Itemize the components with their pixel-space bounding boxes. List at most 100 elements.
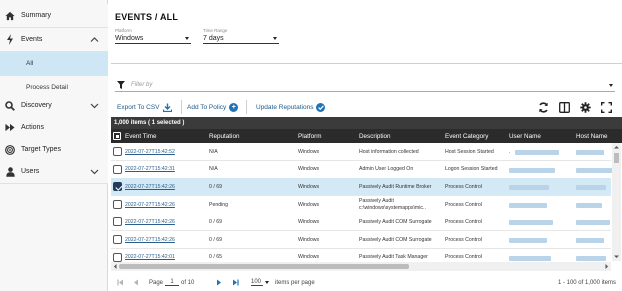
select-all-checkbox[interactable] xyxy=(113,132,121,140)
page-number-input[interactable]: 1 xyxy=(165,279,180,286)
per-page-select[interactable]: 100 xyxy=(251,277,270,288)
scroll-left-icon[interactable] xyxy=(112,262,118,271)
refresh-icon[interactable] xyxy=(537,101,549,113)
chevron-down-icon[interactable] xyxy=(90,168,99,175)
column-header-reputation[interactable]: Reputation xyxy=(209,129,239,143)
platform-value: Windows xyxy=(115,34,144,42)
sidebar-item-actions[interactable]: Actions xyxy=(0,116,108,140)
column-header-host-name[interactable]: Host Name xyxy=(576,129,608,143)
fullscreen-icon[interactable] xyxy=(600,101,612,113)
redacted-user-name xyxy=(509,202,547,208)
next-page-icon[interactable] xyxy=(216,277,222,288)
prev-page-icon[interactable] xyxy=(133,277,139,288)
chevron-up-icon[interactable] xyxy=(90,36,99,43)
update-reputations-button[interactable]: Update Reputations xyxy=(256,101,326,113)
page-label: Page xyxy=(149,279,164,286)
add-to-policy-button[interactable]: Add To Policy + xyxy=(187,101,239,113)
bolt-icon xyxy=(5,34,15,45)
scrollbar-thumb[interactable] xyxy=(119,264,409,269)
export-csv-button[interactable]: Export To CSV xyxy=(117,101,172,113)
redacted-host-name xyxy=(576,255,606,261)
event-time-link[interactable]: 2022-07-27T15:42:26 xyxy=(125,231,205,249)
row-checkbox[interactable] xyxy=(113,182,122,192)
divider xyxy=(111,63,622,64)
page-title: EVENTS / ALL xyxy=(115,12,179,22)
caret-down-icon[interactable] xyxy=(609,84,613,87)
event-time-link[interactable]: 2022-07-27T15:42:26 xyxy=(125,213,205,231)
chevron-down-icon[interactable] xyxy=(90,102,99,109)
row-checkbox[interactable] xyxy=(113,199,122,209)
sidebar-item-label: Actions xyxy=(21,124,44,131)
per-page-label: items per page xyxy=(275,279,315,286)
table-row[interactable]: 2022-07-27T15:42:26 0 / 69 Windows Passivel… xyxy=(111,231,611,249)
row-checkbox[interactable] xyxy=(113,147,122,156)
redacted-user-name xyxy=(509,185,549,191)
column-header-event-category[interactable]: Event Category xyxy=(445,129,488,143)
column-header-event-time[interactable]: Event Time xyxy=(125,129,157,143)
row-checkbox[interactable] xyxy=(113,252,122,262)
row-checkbox[interactable] xyxy=(113,164,122,174)
filter-placeholder: Filter by xyxy=(131,81,153,88)
first-page-icon[interactable] xyxy=(117,277,124,288)
export-csv-label: Export To CSV xyxy=(117,103,160,111)
toolbar-divider xyxy=(246,100,247,114)
sidebar-item-discovery[interactable]: Discovery xyxy=(0,94,108,118)
scroll-right-icon[interactable] xyxy=(604,262,610,271)
table-row[interactable]: 2022-07-27T15:42:26 0 / 69 Windows Passivel… xyxy=(111,178,611,197)
time-range-value: 7 days xyxy=(203,34,224,42)
columns-icon[interactable] xyxy=(558,101,570,113)
last-page-icon[interactable] xyxy=(232,277,239,288)
event-time-link[interactable]: 2022-07-27T15:42:52 xyxy=(125,143,205,161)
table-row[interactable]: 2022-07-27T15:42:26 Pending Windows Passive… xyxy=(111,195,611,214)
platform-cell: Windows xyxy=(298,166,320,173)
caret-down-icon xyxy=(185,36,189,40)
per-page-value: 100 xyxy=(251,279,264,286)
table-row[interactable]: 2022-07-27T15:42:26 0 / 69 Windows Passivel… xyxy=(111,213,611,232)
event-time-link[interactable]: 2022-07-27T15:42:26 xyxy=(125,196,205,214)
sidebar-item-events[interactable]: Events xyxy=(0,28,108,52)
event-time-link[interactable]: 2022-07-27T15:42:31 xyxy=(125,161,205,179)
column-header-user-name[interactable]: User Name xyxy=(509,129,541,143)
time-range-select[interactable]: Time Range 7 days xyxy=(203,28,279,44)
redacted-host-name xyxy=(576,220,610,226)
event-category-cell: Process Control xyxy=(445,219,482,226)
description-cell: Passively Audit COM Surrogate xyxy=(359,236,432,243)
vertical-scrollbar[interactable] xyxy=(612,143,621,261)
reputation-cell: 0 / 69 xyxy=(209,219,222,226)
page-indicator: Page 1 of 10 xyxy=(149,277,194,288)
column-header-description[interactable]: Description xyxy=(359,129,391,143)
reputation-cell: Pending xyxy=(209,201,229,208)
scrollbar-thumb[interactable] xyxy=(614,153,619,163)
sidebar-item-summary[interactable]: Summary xyxy=(0,4,108,28)
table-row[interactable]: 2022-07-27T15:42:31 N/A Windows Admin User … xyxy=(111,160,612,179)
sidebar-item-label: Summary xyxy=(21,12,51,19)
user-name-text: . xyxy=(509,148,511,155)
redacted-user-name xyxy=(509,238,547,243)
sidebar-item-users[interactable]: Users xyxy=(0,160,108,184)
sidebar-item-target-types[interactable]: Target Types xyxy=(0,138,108,162)
platform-cell: Windows xyxy=(298,183,320,190)
platform-select[interactable]: Platform Windows xyxy=(115,28,191,44)
reputation-cell: N/A xyxy=(209,148,218,155)
event-category-cell: Process Control xyxy=(445,201,482,208)
scroll-up-icon[interactable] xyxy=(612,144,621,150)
reputation-cell: N/A xyxy=(209,166,218,173)
column-header-platform[interactable]: Platform xyxy=(298,129,321,143)
row-checkbox[interactable] xyxy=(113,217,122,227)
grid-item-count: 1,000 items ( 1 selected ) xyxy=(111,117,622,129)
scroll-down-icon[interactable] xyxy=(612,254,621,260)
fast-forward-icon xyxy=(5,123,15,133)
plus-circle-icon: + xyxy=(229,102,239,112)
sidebar-subitem-all[interactable]: All xyxy=(0,52,108,76)
target-icon xyxy=(5,144,15,155)
redacted-user-name xyxy=(509,220,553,226)
gear-icon[interactable] xyxy=(579,101,591,113)
filter-input[interactable]: Filter by xyxy=(115,78,615,92)
platform-cell: Windows xyxy=(298,236,320,243)
horizontal-scrollbar[interactable] xyxy=(111,262,611,271)
event-time-link[interactable]: 2022-07-27T15:42:26 xyxy=(125,178,205,196)
table-row[interactable]: 2022-07-27T15:42:52 N/A Windows Host inform… xyxy=(111,143,611,161)
platform-cell: Windows xyxy=(298,148,320,155)
filter-icon xyxy=(117,80,125,89)
row-checkbox[interactable] xyxy=(113,235,122,244)
